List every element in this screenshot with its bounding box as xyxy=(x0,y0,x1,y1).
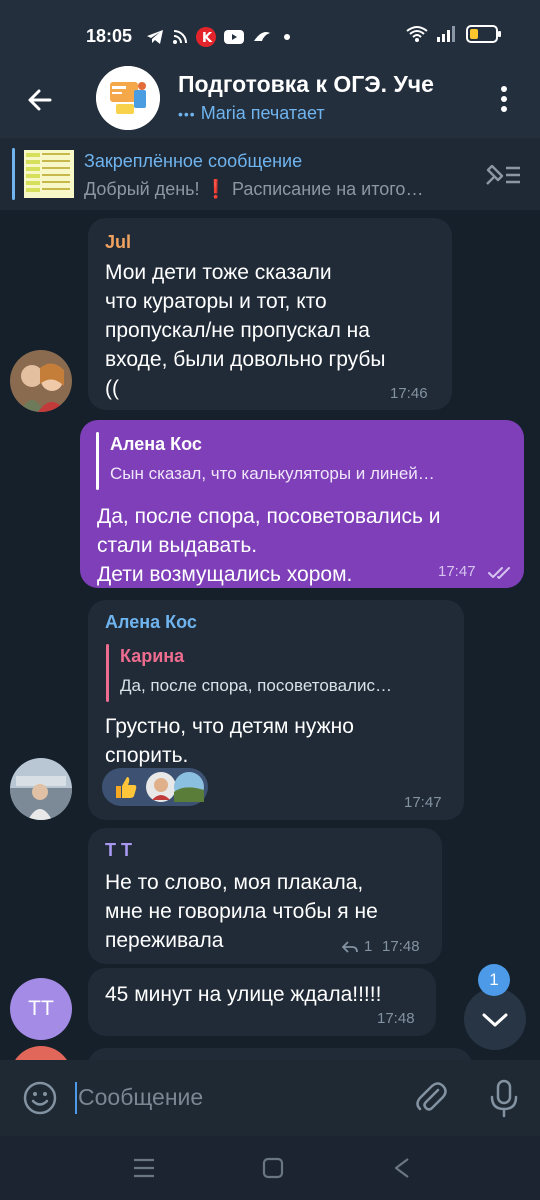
message-bubble[interactable]: Jul Мои дети тоже сказали что кураторы и… xyxy=(88,218,452,410)
back-arrow-icon[interactable] xyxy=(24,84,56,116)
message-text: Не то слово, моя плакала, мне не говорил… xyxy=(105,868,378,955)
message-line: что кураторы и тот, кто xyxy=(105,290,327,313)
message-time: 17:48 xyxy=(382,938,420,955)
telegram-icon xyxy=(147,30,163,44)
message-line: Не то слово, моя плакала, xyxy=(105,871,364,894)
message-line: пропускал/не пропускал на xyxy=(105,319,370,342)
message-bubble[interactable]: T T Не то слово, моя плакала, мне не гов… xyxy=(88,828,442,964)
thumbs-up-icon[interactable] xyxy=(112,773,140,801)
message-line: Да, после спора, посоветовались и xyxy=(97,505,441,528)
reply-count[interactable]: 1 xyxy=(364,938,372,955)
message-bubble-partial[interactable] xyxy=(88,1048,472,1060)
message-line: Дети возмущались хором. xyxy=(97,563,353,586)
reactor-avatar-1[interactable] xyxy=(146,772,176,802)
more-notifications-dot xyxy=(284,34,290,40)
message-input[interactable]: Сообщение xyxy=(78,1084,203,1111)
avatar-jul[interactable] xyxy=(10,350,72,412)
pinned-title: Закреплённое сообщение xyxy=(84,151,303,171)
emoji-icon[interactable] xyxy=(22,1080,58,1116)
message-line: Мои дети тоже сказали xyxy=(105,261,332,284)
message-line: Грустно, что детям нужно xyxy=(105,715,354,738)
chat-title[interactable]: Подготовка к ОГЭ. Уче xyxy=(178,71,470,98)
group-avatar[interactable] xyxy=(96,66,160,130)
reply-arrow-icon xyxy=(342,941,358,953)
avatar-initials: TT xyxy=(28,997,54,1020)
scroll-down-button[interactable] xyxy=(464,988,526,1050)
unread-badge: 1 xyxy=(478,964,510,996)
message-line: переживала xyxy=(105,929,224,952)
avatar-tt[interactable]: TT xyxy=(10,978,72,1040)
typing-status-text: Maria печатает xyxy=(200,103,325,123)
status-time: 18:05 xyxy=(86,26,133,46)
reply-text: Да, после спора, посоветовалис… xyxy=(120,676,392,695)
partial-avatar[interactable] xyxy=(10,1046,72,1060)
message-sender[interactable]: T T xyxy=(105,840,132,861)
message-time: 17:47 xyxy=(404,794,442,811)
message-text: Мои дети тоже сказали что кураторы и тот… xyxy=(105,258,386,403)
rss-icon xyxy=(173,30,187,44)
text-cursor xyxy=(75,1082,77,1114)
reply-bar xyxy=(106,644,109,702)
reply-author: Алена Кос xyxy=(110,434,202,454)
signal-icon xyxy=(437,26,455,42)
status-notification-icons: K xyxy=(146,27,290,47)
kaspersky-icon: K xyxy=(196,27,216,47)
reply-text: Сын сказал, что калькуляторы и линей… xyxy=(110,464,435,483)
avatar-alena[interactable] xyxy=(10,758,72,820)
message-line: мне не говорила чтобы я не xyxy=(105,900,378,923)
message-sender[interactable]: Jul xyxy=(105,232,131,253)
outgoing-message-bubble[interactable]: Алена Кос Сын сказал, что калькуляторы и… xyxy=(80,420,524,588)
pinned-list-icon[interactable] xyxy=(484,160,522,188)
reply-preview[interactable]: Алена Кос Сын сказал, что калькуляторы и… xyxy=(96,432,510,490)
message-text: Да, после спора, посоветовались и стали … xyxy=(97,502,441,589)
attach-icon[interactable] xyxy=(414,1080,448,1116)
battery-icon xyxy=(466,25,501,43)
home-icon[interactable] xyxy=(262,1157,284,1179)
microphone-icon[interactable] xyxy=(488,1078,520,1118)
more-vert-icon[interactable] xyxy=(496,84,512,114)
message-line: спорить. xyxy=(105,744,189,767)
message-line: входе, были довольно грубы xyxy=(105,348,386,371)
double-check-icon xyxy=(488,567,510,579)
youtube-icon xyxy=(224,30,244,44)
message-sender[interactable]: Алена Кос xyxy=(105,612,197,633)
swift-icon xyxy=(254,32,270,41)
status-bar: 18:05 K xyxy=(0,0,540,66)
typing-dots-icon: ••• xyxy=(178,106,196,122)
message-list[interactable]: Jul Мои дети тоже сказали что кураторы и… xyxy=(0,210,540,1060)
svg-text:K: K xyxy=(202,31,213,46)
reactions-bar[interactable] xyxy=(102,768,208,806)
reply-author: Карина xyxy=(120,646,185,666)
pinned-text: Добрый день! ❗ Расписание на итого… xyxy=(84,179,424,199)
recent-apps-icon[interactable] xyxy=(132,1157,156,1179)
pinned-indicator xyxy=(12,148,15,200)
reactor-avatar-2[interactable] xyxy=(174,772,204,802)
chevron-down-icon xyxy=(482,1013,508,1027)
pinned-message-bar[interactable]: Закреплённое сообщение Добрый день! ❗ Ра… xyxy=(0,138,540,210)
message-text: 45 минут на улице ждала!!!!! xyxy=(105,983,382,1006)
message-composer: Сообщение xyxy=(0,1060,540,1136)
system-navigation-bar xyxy=(0,1136,540,1200)
typing-status: ••• Maria печатает xyxy=(178,103,325,124)
message-time: 17:48 xyxy=(377,1010,415,1027)
chat-header: Подготовка к ОГЭ. Уче ••• Maria печатает xyxy=(0,66,540,138)
back-nav-icon[interactable] xyxy=(392,1157,412,1179)
message-line: стали выдавать. xyxy=(97,534,258,557)
message-line: (( xyxy=(105,377,119,400)
message-time: 17:47 xyxy=(438,563,476,580)
reply-preview[interactable]: Карина Да, после спора, посоветовалис… xyxy=(106,644,450,702)
reply-bar xyxy=(96,432,99,490)
message-time: 17:46 xyxy=(390,385,428,402)
message-bubble[interactable]: 45 минут на улице ждала!!!!! 17:48 xyxy=(88,968,436,1036)
wifi-icon xyxy=(406,26,428,42)
message-text: Грустно, что детям нужно спорить. xyxy=(105,712,354,770)
status-system-icons xyxy=(406,24,502,44)
pinned-thumbnail xyxy=(24,150,74,198)
